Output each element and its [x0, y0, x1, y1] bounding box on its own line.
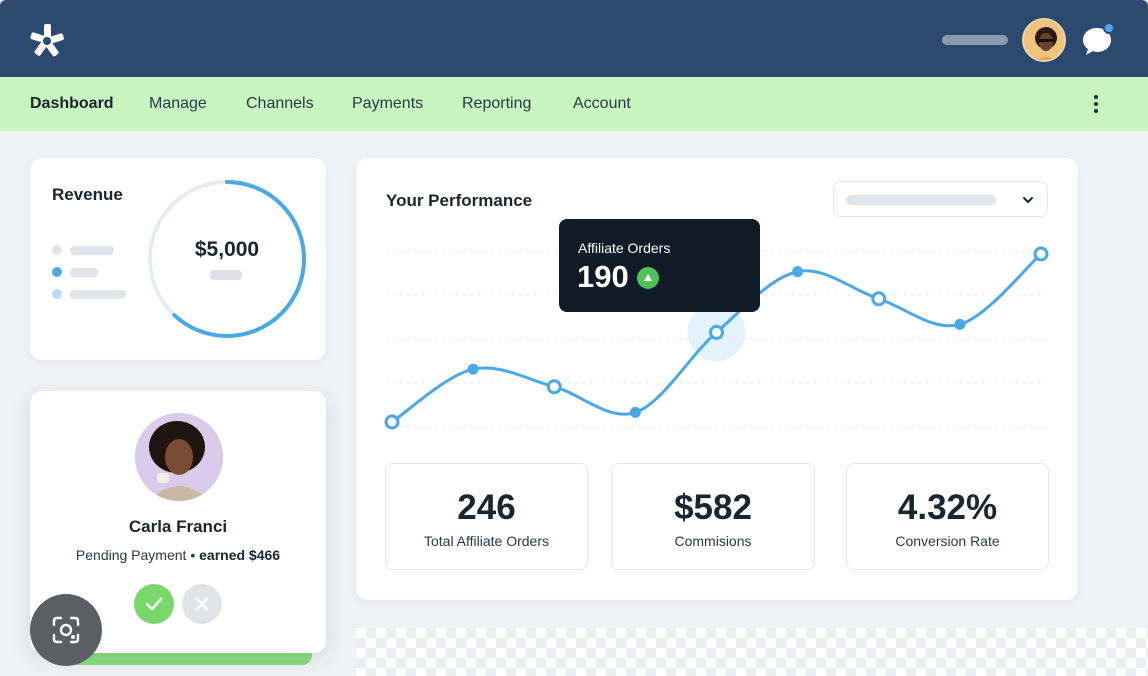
data-point[interactable]: [871, 291, 887, 307]
revenue-title: Revenue: [52, 185, 123, 204]
data-point[interactable]: [467, 363, 479, 375]
stat-total-affiliate-orders: 246 Total Affiliate Orders: [385, 463, 588, 570]
nav-item-dashboard[interactable]: Dashboard: [30, 95, 114, 113]
nav-item-payments[interactable]: Payments: [352, 95, 423, 113]
data-point[interactable]: [954, 318, 966, 330]
status-separator: •: [190, 547, 196, 563]
legend-label-placeholder: [70, 268, 98, 277]
arrow-up-icon: [644, 274, 652, 281]
stat-label: Total Affiliate Orders: [423, 533, 550, 549]
data-point[interactable]: [384, 414, 400, 430]
data-point[interactable]: [1033, 246, 1049, 262]
stat-conversion-rate: 4.32% Conversion Rate: [846, 463, 1049, 570]
nav-item-channels[interactable]: Channels: [246, 95, 314, 113]
performance-card: Your Performance Affiliate Orders 190 24…: [356, 158, 1078, 600]
camera-lens-icon: [52, 616, 80, 644]
top-bar: [0, 0, 1148, 77]
data-point[interactable]: [546, 379, 562, 395]
search-placeholder[interactable]: [942, 35, 1008, 45]
kebab-menu-icon[interactable]: [1090, 95, 1102, 115]
nav-bar: Dashboard Manage Channels Payments Repor…: [0, 77, 1148, 131]
nav-item-manage[interactable]: Manage: [149, 95, 207, 113]
check-icon: [145, 597, 163, 611]
affiliate-avatar: [135, 413, 223, 501]
stat-value: $582: [674, 488, 752, 527]
tooltip-value: 190: [577, 259, 629, 294]
legend-label-placeholder: [70, 246, 114, 255]
tooltip-label: Affiliate Orders: [578, 240, 671, 256]
payment-status-text: Pending Payment: [75, 547, 187, 563]
revenue-value: $5,000: [194, 238, 260, 261]
transparency-background: [356, 628, 1148, 676]
visual-search-button[interactable]: [30, 594, 102, 666]
user-avatar[interactable]: [1022, 18, 1066, 62]
affiliate-name: Carla Franci: [128, 517, 228, 536]
stat-label: Conversion Rate: [895, 533, 1000, 549]
nav-item-reporting[interactable]: Reporting: [462, 95, 531, 113]
nav-item-account[interactable]: Account: [573, 95, 631, 113]
asterisk-logo-icon[interactable]: [28, 22, 66, 60]
legend-label-placeholder: [70, 290, 126, 299]
stat-value: 246: [457, 488, 516, 527]
revenue-card: Revenue $5,000: [30, 158, 326, 360]
data-point[interactable]: [792, 266, 804, 278]
data-point-highlighted[interactable]: [709, 324, 724, 340]
notification-dot: [1103, 22, 1115, 34]
data-point[interactable]: [629, 406, 641, 418]
close-icon: [195, 597, 209, 611]
legend-dot: [52, 289, 62, 299]
legend-dot: [52, 245, 62, 255]
reject-button[interactable]: [182, 584, 222, 624]
trend-badge: [637, 267, 659, 289]
legend-dot: [52, 267, 62, 277]
affiliate-payment-status: Pending Payment • earned $466: [30, 547, 326, 563]
chart-tooltip: Affiliate Orders 190: [559, 219, 760, 312]
app-frame: Dashboard Manage Channels Payments Repor…: [0, 0, 1148, 676]
earned-amount: earned $466: [199, 547, 281, 563]
stat-label: Commisions: [674, 533, 752, 549]
approve-button[interactable]: [134, 584, 174, 624]
stat-value: 4.32%: [897, 488, 998, 527]
stat-commissions: $582 Commisions: [611, 463, 815, 570]
revenue-sublabel-placeholder: [210, 270, 242, 280]
